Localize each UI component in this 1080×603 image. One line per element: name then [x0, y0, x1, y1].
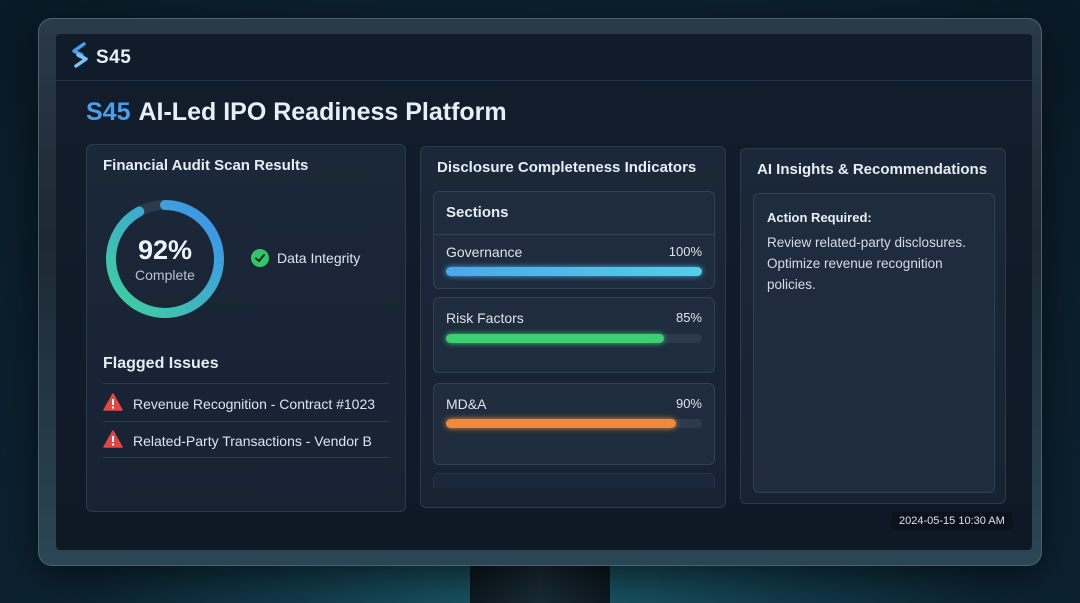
governance-label: Governance: [446, 244, 523, 260]
check-circle-icon: [251, 249, 269, 267]
governance-card[interactable]: Sections Governance 100%: [433, 191, 715, 289]
completion-label: Complete: [135, 267, 195, 283]
governance-value: 100%: [668, 244, 702, 259]
recommendation-box: Action Required: Review related-party di…: [753, 193, 995, 493]
more-sections-card: [433, 473, 715, 488]
risk-factors-progress-fill: [446, 334, 664, 343]
insights-panel: AI Insights & Recommendations Action Req…: [740, 148, 1006, 504]
divider: [103, 421, 389, 422]
governance-progress-fill: [446, 267, 702, 276]
app-logo[interactable]: S45: [70, 42, 131, 73]
donut-center: 92% Complete: [103, 197, 227, 321]
action-required-text: Review related-party disclosures. Optimi…: [767, 235, 966, 292]
sections-header: Sections: [446, 204, 509, 221]
mda-card[interactable]: MD&A 90%: [433, 383, 715, 465]
warning-icon: [103, 430, 123, 451]
issue-item[interactable]: Revenue Recognition - Contract #1023: [103, 393, 375, 414]
insights-panel-title: AI Insights & Recommendations: [757, 161, 988, 178]
divider: [103, 383, 389, 384]
monitor-stand: [470, 560, 610, 603]
page-title-brand: S45: [86, 98, 131, 126]
completion-percent: 92%: [137, 235, 193, 265]
data-integrity-label: Data Integrity: [277, 250, 361, 266]
divider: [103, 457, 389, 458]
issue-text: Revenue Recognition - Contract #1023: [133, 395, 376, 412]
page-title-text: AI-Led IPO Readiness Platform: [138, 98, 507, 126]
risk-factors-value: 85%: [675, 310, 702, 325]
issue-item[interactable]: Related-Party Transactions - Vendor B: [103, 430, 372, 451]
screen: S45 S45 AI-Led IPO Readiness Platform Fin…: [56, 34, 1032, 550]
audit-panel: Financial Audit Scan Results 92% Complet…: [86, 144, 406, 512]
mda-value: 90%: [675, 396, 702, 411]
disclosure-panel-title: Disclosure Completeness Indicators: [437, 159, 697, 176]
page-title: S45 AI-Led IPO Readiness Platform: [86, 98, 507, 127]
audit-panel-title: Financial Audit Scan Results: [103, 157, 309, 174]
disclosure-panel: Disclosure Completeness Indicators Secti…: [420, 146, 726, 508]
warning-icon: [103, 393, 123, 414]
risk-factors-progress-track: [446, 334, 702, 343]
logo-text: S45: [96, 46, 132, 68]
flagged-issues-title: Flagged Issues: [103, 355, 219, 372]
data-integrity-status: Data Integrity: [251, 249, 360, 267]
divider: [434, 234, 714, 235]
mda-progress-track: [446, 419, 702, 428]
s45-logo-icon: [70, 42, 90, 73]
top-bar: S45: [56, 34, 1032, 81]
action-required-heading: Action Required:: [767, 210, 872, 225]
issue-text: Related-Party Transactions - Vendor B: [133, 432, 372, 449]
risk-factors-label: Risk Factors: [446, 310, 524, 326]
timestamp: 2024-05-15 10:30 AM: [891, 512, 1013, 530]
mda-progress-fill: [446, 419, 677, 428]
governance-progress-track: [446, 267, 702, 276]
risk-factors-card[interactable]: Risk Factors 85%: [433, 297, 715, 373]
mda-label: MD&A: [446, 396, 487, 412]
